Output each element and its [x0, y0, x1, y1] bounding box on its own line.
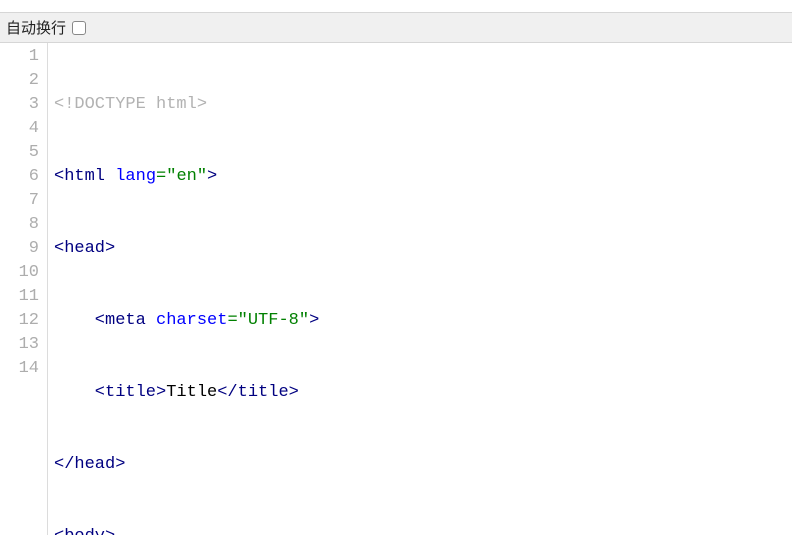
bracket: < — [95, 383, 105, 402]
bracket: </ — [54, 455, 74, 474]
code-line: </head> — [54, 453, 792, 477]
line-gutter: 1 2 3 4 5 6 7 8 9 10 11 12 13 14 — [0, 43, 48, 535]
line-number: 5 — [0, 141, 39, 165]
quote: " — [238, 311, 248, 330]
bracket: > — [105, 239, 115, 258]
tag-name: title — [238, 383, 289, 402]
line-number: 9 — [0, 237, 39, 261]
line-number: 10 — [0, 261, 39, 285]
bracket: < — [54, 239, 64, 258]
bracket: > — [156, 383, 166, 402]
toolbar: 自动换行 — [0, 12, 792, 43]
bracket: < — [54, 527, 64, 535]
top-remnant — [0, 0, 792, 12]
doctype-token: <!DOCTYPE html> — [54, 95, 207, 114]
quote: " — [197, 167, 207, 186]
equals: = — [156, 167, 166, 186]
quote: " — [299, 311, 309, 330]
code-line: <!DOCTYPE html> — [54, 93, 792, 117]
bracket: </ — [217, 383, 237, 402]
tag-name: head — [64, 239, 105, 258]
line-number: 2 — [0, 69, 39, 93]
attr-name: charset — [156, 311, 227, 330]
line-number: 12 — [0, 309, 39, 333]
space — [105, 167, 115, 186]
line-number: 6 — [0, 165, 39, 189]
attr-name: lang — [115, 167, 156, 186]
tag-name: title — [105, 383, 156, 402]
wrap-checkbox[interactable] — [72, 21, 86, 35]
quote: " — [166, 167, 176, 186]
bracket: < — [54, 167, 64, 186]
space — [146, 311, 156, 330]
bracket: > — [289, 383, 299, 402]
line-number: 13 — [0, 333, 39, 357]
line-number: 3 — [0, 93, 39, 117]
code-line: <body> — [54, 525, 792, 535]
bracket: > — [115, 455, 125, 474]
code-line: <meta charset="UTF-8"> — [54, 309, 792, 333]
code-line: <head> — [54, 237, 792, 261]
bracket: < — [95, 311, 105, 330]
bracket: > — [207, 167, 217, 186]
line-number: 7 — [0, 189, 39, 213]
line-number: 1 — [0, 45, 39, 69]
equals: = — [227, 311, 237, 330]
tag-name: body — [64, 527, 105, 535]
line-number: 11 — [0, 285, 39, 309]
code-line: <html lang="en"> — [54, 165, 792, 189]
tag-name: meta — [105, 311, 146, 330]
code-area[interactable]: <!DOCTYPE html> <html lang="en"> <head> … — [48, 43, 792, 535]
tag-name: head — [74, 455, 115, 474]
code-line: <title>Title</title> — [54, 381, 792, 405]
text-content: Title — [166, 383, 217, 402]
attr-value: UTF-8 — [248, 311, 299, 330]
wrap-label: 自动换行 — [6, 17, 66, 38]
tag-name: html — [64, 167, 105, 186]
bracket: > — [105, 527, 115, 535]
attr-value: en — [176, 167, 196, 186]
line-number: 8 — [0, 213, 39, 237]
bracket: > — [309, 311, 319, 330]
line-number: 14 — [0, 357, 39, 381]
line-number: 4 — [0, 117, 39, 141]
code-editor[interactable]: 1 2 3 4 5 6 7 8 9 10 11 12 13 14 <!DOCTY… — [0, 43, 792, 535]
